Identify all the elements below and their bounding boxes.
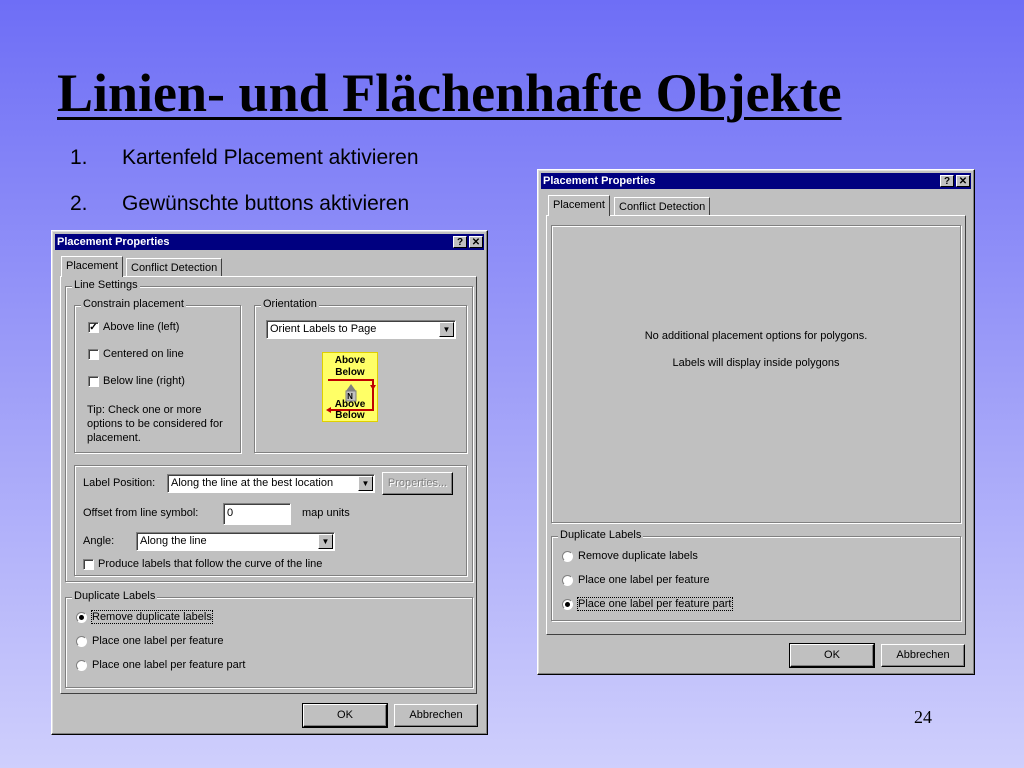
remove-duplicates-radio[interactable] (76, 612, 87, 623)
chevron-down-icon[interactable]: ▼ (439, 322, 454, 337)
orientation-value: Orient Labels to Page (270, 323, 377, 335)
constrain-placement-group: Constrain placement ✓ Above line (left) … (74, 298, 241, 453)
angle-label: Angle: (83, 535, 115, 547)
tip-text: Tip: Check one or more options to be con… (87, 404, 223, 444)
one-per-part-radio[interactable] (562, 599, 573, 610)
tab-placement[interactable]: Placement (61, 256, 123, 277)
line-settings-label: Line Settings (72, 279, 140, 291)
constrain-placement-label: Constrain placement (81, 298, 186, 310)
centered-line-checkbox[interactable] (88, 349, 99, 360)
duplicate-labels-group: Duplicate Labels Remove duplicate labels… (65, 590, 473, 688)
one-per-part-label[interactable]: Place one label per feature part (577, 597, 733, 611)
step-text: Kartenfeld Placement aktivieren (122, 146, 419, 169)
remove-duplicates-label[interactable]: Remove duplicate labels (91, 610, 213, 624)
cancel-button[interactable]: Abbrechen (881, 644, 965, 667)
label-position-select[interactable]: Along the line at the best location ▼ (167, 474, 375, 493)
chevron-down-icon[interactable]: ▼ (318, 534, 333, 549)
line-settings-group: Line Settings Constrain placement ✓ Abov… (65, 279, 473, 582)
offset-label: Offset from line symbol: (83, 507, 199, 519)
one-per-feature-radio[interactable] (76, 636, 87, 647)
follow-curve-checkbox[interactable] (83, 559, 94, 570)
step-text: Gewünschte buttons aktivieren (122, 192, 410, 215)
one-per-feature-radio[interactable] (562, 575, 573, 586)
label-position-label: Label Position: (83, 477, 156, 489)
one-per-feature-label[interactable]: Place one label per feature (92, 635, 223, 647)
page-number: 24 (914, 707, 932, 727)
below-line-checkbox[interactable] (88, 376, 99, 387)
orientation-preview-icon: Above Below N Above Below (322, 352, 378, 422)
angle-value: Along the line (140, 535, 207, 547)
dialog-title: Placement Properties (543, 175, 656, 187)
placement-panel: Line Settings Constrain placement ✓ Abov… (60, 276, 477, 694)
tab-conflict-detection[interactable]: Conflict Detection (126, 258, 223, 276)
cancel-button[interactable]: Abbrechen (394, 704, 478, 727)
slide-title: Linien- und Flächenhafte Objekte (57, 63, 842, 123)
ok-button[interactable]: OK (789, 643, 875, 668)
follow-curve-label[interactable]: Produce labels that follow the curve of … (98, 558, 322, 570)
tab-conflict-detection[interactable]: Conflict Detection (614, 197, 711, 215)
label-position-group: Label Position: Along the line at the be… (74, 465, 467, 576)
properties-button[interactable]: Properties... (382, 472, 453, 495)
remove-duplicates-label[interactable]: Remove duplicate labels (578, 550, 698, 562)
dialog-titlebar[interactable]: Placement Properties ? ✕ (55, 234, 484, 250)
tab-placement[interactable]: Placement (548, 195, 610, 216)
no-options-message: No additional placement options for poly… (644, 330, 868, 342)
step-number: 1. (70, 146, 88, 169)
help-button[interactable]: ? (940, 175, 954, 187)
help-button[interactable]: ? (453, 236, 467, 248)
remove-duplicates-radio[interactable] (562, 551, 573, 562)
chevron-down-icon[interactable]: ▼ (358, 476, 373, 491)
offset-units-label: map units (302, 507, 350, 519)
one-per-feature-label[interactable]: Place one label per feature (578, 574, 709, 586)
polygon-info-area: No additional placement options for poly… (551, 225, 961, 523)
centered-line-label[interactable]: Centered on line (103, 348, 184, 360)
orientation-select[interactable]: Orient Labels to Page ▼ (266, 320, 456, 339)
orient-above-text-2: Above (334, 399, 366, 410)
duplicate-labels-label: Duplicate Labels (72, 590, 158, 602)
label-position-value: Along the line at the best location (171, 477, 334, 489)
inside-polygons-message: Labels will display inside polygons (672, 357, 840, 369)
below-line-label[interactable]: Below line (right) (103, 375, 185, 387)
offset-input[interactable]: 0 (223, 503, 291, 525)
duplicate-labels-group: Duplicate Labels Remove duplicate labels… (551, 529, 961, 621)
above-line-label[interactable]: Above line (left) (103, 321, 179, 333)
dialog-title: Placement Properties (57, 236, 170, 248)
above-line-checkbox[interactable]: ✓ (88, 322, 99, 333)
placement-dialog-lines: Placement Properties ? ✕ Placement Confl… (51, 230, 488, 735)
one-per-part-radio[interactable] (76, 660, 87, 671)
close-button[interactable]: ✕ (956, 175, 970, 187)
orientation-group: Orientation Orient Labels to Page ▼ Abov… (254, 298, 467, 453)
dialog-titlebar[interactable]: Placement Properties ? ✕ (541, 173, 971, 189)
angle-select[interactable]: Along the line ▼ (136, 532, 335, 551)
placement-dialog-polygons: Placement Properties ? ✕ Placement Confl… (537, 169, 975, 675)
orientation-label: Orientation (261, 298, 319, 310)
placement-panel: No additional placement options for poly… (546, 215, 966, 635)
ok-button[interactable]: OK (302, 703, 388, 728)
step-number: 2. (70, 192, 88, 215)
close-button[interactable]: ✕ (469, 236, 483, 248)
duplicate-labels-label: Duplicate Labels (558, 529, 644, 541)
one-per-part-label[interactable]: Place one label per feature part (92, 659, 246, 671)
orient-below-text-2: Below (335, 410, 365, 421)
